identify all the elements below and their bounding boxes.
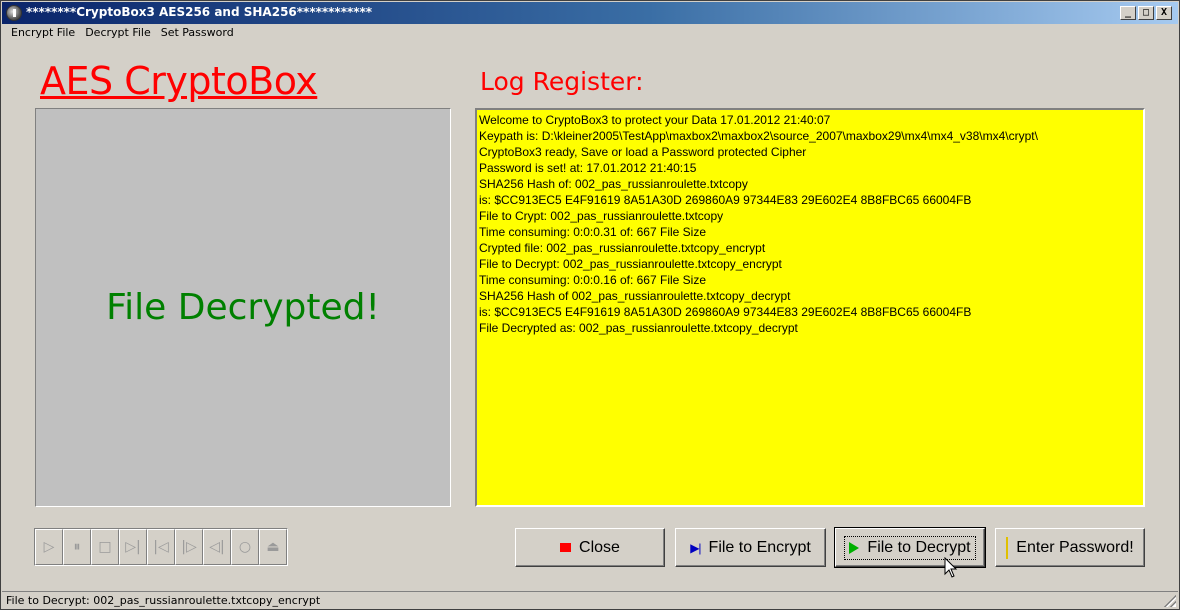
menu-bar: Encrypt File Decrypt File Set Password: [2, 24, 1178, 42]
pause-icon: [1006, 536, 1009, 559]
app-heading: AES CryptoBox: [40, 59, 318, 103]
file-to-decrypt-button[interactable]: File to Decrypt: [834, 527, 986, 568]
log-line: File to Decrypt: 002_pas_russianroulette…: [479, 257, 782, 271]
decrypt-button-label: File to Decrypt: [867, 538, 971, 556]
focus-rect: File to Decrypt: [844, 535, 976, 560]
step-back-icon[interactable]: ◁|: [203, 529, 231, 565]
play-icon[interactable]: ▷: [35, 529, 63, 565]
stop-icon[interactable]: □: [91, 529, 119, 565]
log-line: SHA256 Hash of: 002_pas_russianroulette.…: [479, 177, 748, 191]
log-line: Time consuming: 0:0:0.31 of: 667 File Si…: [479, 225, 707, 239]
resize-grip-icon[interactable]: [1164, 595, 1176, 607]
menu-set-password[interactable]: Set Password: [156, 24, 239, 42]
back-icon[interactable]: |◁: [147, 529, 175, 565]
status-bar: File to Decrypt: 002_pas_russianroulette…: [2, 591, 1178, 609]
log-line: Keypath is: D:\kleiner2005\TestApp\maxbo…: [479, 129, 1038, 143]
app-icon[interactable]: [6, 5, 22, 21]
minimize-button[interactable]: _: [1120, 6, 1136, 20]
menu-encrypt-file[interactable]: Encrypt File: [6, 24, 80, 42]
close-button-label: Close: [579, 538, 620, 556]
log-line: is: $CC913EC5 E4F91619 8A51A30D 269860A9…: [479, 305, 972, 319]
log-heading: Log Register:: [480, 67, 644, 96]
eject-icon[interactable]: ⏏: [259, 529, 287, 565]
record-icon[interactable]: ○: [231, 529, 259, 565]
title-bar[interactable]: ********CryptoBox3 AES256 and SHA256****…: [2, 2, 1178, 24]
maximize-button[interactable]: □: [1138, 6, 1154, 20]
log-line: SHA256 Hash of 002_pas_russianroulette.t…: [479, 289, 791, 303]
log-line: CryptoBox3 ready, Save or load a Passwor…: [479, 145, 807, 159]
log-line: Time consuming: 0:0:0.16 of: 667 File Si…: [479, 273, 707, 287]
media-player: ▷ ⏸ □ ▷| |◁ |▷ ◁| ○ ⏏: [34, 528, 288, 566]
main-window: ********CryptoBox3 AES256 and SHA256****…: [0, 0, 1180, 610]
mouse-cursor-icon: [944, 557, 958, 578]
log-line: Crypted file: 002_pas_russianroulette.tx…: [479, 241, 766, 255]
status-text: File to Decrypt: 002_pas_russianroulette…: [6, 594, 321, 607]
password-button-label: Enter Password!: [1016, 538, 1134, 556]
log-register[interactable]: Welcome to CryptoBox3 to protect your Da…: [475, 108, 1145, 507]
log-line: Welcome to CryptoBox3 to protect your Da…: [479, 113, 831, 127]
encrypt-button-label: File to Encrypt: [708, 538, 811, 556]
log-line: File Decrypted as: 002_pas_russianroulet…: [479, 321, 798, 335]
next-icon[interactable]: ▷|: [119, 529, 147, 565]
result-message: File Decrypted!: [106, 287, 380, 328]
status-display-panel: File Decrypted!: [35, 108, 451, 507]
enter-password-button[interactable]: Enter Password!: [995, 528, 1145, 567]
log-line: File to Crypt: 002_pas_russianroulette.t…: [479, 209, 724, 223]
log-line: is: $CC913EC5 E4F91619 8A51A30D 269860A9…: [479, 193, 972, 207]
window-title: ********CryptoBox3 AES256 and SHA256****…: [26, 5, 373, 19]
close-button[interactable]: Close: [515, 528, 665, 567]
pause-icon[interactable]: ⏸: [63, 529, 91, 565]
window-controls: _ □ X: [1118, 6, 1172, 20]
log-line: Password is set! at: 17.01.2012 21:40:15: [479, 161, 697, 175]
file-to-encrypt-button[interactable]: ▶| File to Encrypt: [675, 528, 826, 567]
close-window-button[interactable]: X: [1156, 6, 1172, 20]
play-icon: [849, 541, 860, 554]
stop-icon: [560, 543, 572, 552]
next-track-icon: ▶|: [690, 540, 701, 555]
menu-decrypt-file[interactable]: Decrypt File: [80, 24, 156, 42]
step-icon[interactable]: |▷: [175, 529, 203, 565]
